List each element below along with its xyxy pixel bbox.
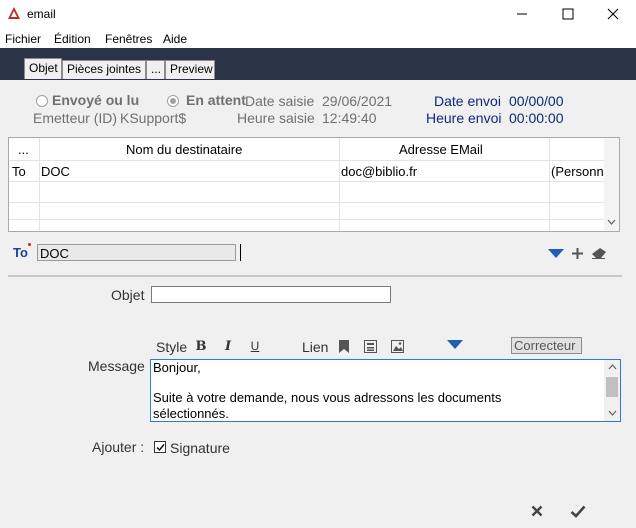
format-dropdown-icon[interactable] xyxy=(447,340,463,350)
message-line: Suite à votre demande, nous vous adresso… xyxy=(153,390,502,405)
style-label: Style xyxy=(156,339,188,355)
underline-button[interactable]: U xyxy=(246,337,264,355)
message-line: sélectionnés. xyxy=(153,406,229,421)
document-icon xyxy=(363,339,377,353)
row-type: To xyxy=(12,164,26,179)
italic-button[interactable]: I xyxy=(219,337,237,355)
image-link-button[interactable] xyxy=(389,338,405,354)
row-extra: (Personne) xyxy=(551,164,605,179)
section-divider xyxy=(8,275,622,277)
menu-edition[interactable]: Édition xyxy=(54,32,91,46)
status-waiting-radio[interactable] xyxy=(167,95,179,107)
close-icon xyxy=(607,8,619,20)
document-link-button[interactable] xyxy=(362,338,378,354)
sender-value: KSupport$ xyxy=(120,110,187,126)
entry-time-value: 12:49:40 xyxy=(322,110,377,126)
column-header-name[interactable]: Nom du destinataire xyxy=(126,142,242,157)
corrector-label: Correcteur xyxy=(514,338,576,353)
menu-bar: Fichier Édition Fenêtres Aide xyxy=(0,28,636,48)
message-label: Message xyxy=(88,358,145,374)
add-label: Ajouter : xyxy=(92,439,145,455)
add-recipient-button[interactable] xyxy=(569,245,585,261)
to-field[interactable]: DOC xyxy=(37,244,236,261)
to-label: To xyxy=(13,245,28,260)
dropdown-arrow-icon[interactable] xyxy=(548,249,564,259)
status-sent-label: Envoyé ou lu xyxy=(52,92,140,108)
app-icon xyxy=(8,7,20,19)
sender-label: Emetteur (ID) xyxy=(33,110,118,126)
checkmark-icon xyxy=(570,505,586,518)
entry-date-value: 29/06/2021 xyxy=(322,93,393,109)
menu-aide[interactable]: Aide xyxy=(163,32,187,46)
minimize-button[interactable] xyxy=(499,0,545,28)
signature-label: Signature xyxy=(170,440,230,456)
eraser-icon xyxy=(592,248,606,259)
tab-objet[interactable]: Objet xyxy=(24,58,62,79)
plus-icon xyxy=(571,247,583,259)
tab-preview[interactable]: Preview xyxy=(165,60,215,79)
message-line: Bonjour, xyxy=(153,360,201,375)
maximize-button[interactable] xyxy=(545,0,591,28)
scroll-up-icon[interactable] xyxy=(608,364,617,370)
scroll-down-icon[interactable] xyxy=(608,410,617,416)
row-name: DOC xyxy=(41,164,70,179)
entry-date-label: Date saisie xyxy=(245,93,315,109)
window-title: email xyxy=(27,7,56,21)
table-scrollbar[interactable] xyxy=(604,138,619,231)
maximize-icon xyxy=(562,8,574,20)
link-label: Lien xyxy=(302,339,329,355)
corrector-button[interactable]: Correcteur xyxy=(511,337,582,354)
column-header-type[interactable]: ... xyxy=(18,142,29,157)
bookmark-link-button[interactable] xyxy=(336,338,352,354)
image-icon xyxy=(390,339,404,353)
cancel-button[interactable] xyxy=(526,500,548,522)
send-date-label: Date envoi xyxy=(434,93,501,109)
subject-input[interactable] xyxy=(151,286,391,303)
subject-label: Objet xyxy=(111,287,145,303)
menu-fichier[interactable]: Fichier xyxy=(5,32,41,46)
entry-time-label: Heure saisie xyxy=(237,110,315,126)
status-waiting-label: En attente xyxy=(186,92,246,108)
scroll-down-icon[interactable] xyxy=(607,219,616,225)
bookmark-icon xyxy=(339,339,349,353)
tab-more[interactable]: ... xyxy=(146,60,165,79)
send-time-label: Heure envoi xyxy=(426,110,502,126)
status-sent-radio[interactable] xyxy=(36,95,48,107)
validate-button[interactable] xyxy=(566,500,590,522)
cross-icon xyxy=(531,505,543,517)
send-time-value: 00:00:00 xyxy=(509,110,564,126)
minimize-icon xyxy=(517,13,527,15)
message-scrollbar[interactable] xyxy=(604,360,620,421)
recipients-table[interactable]: ... Nom du destinataire Adresse EMail To… xyxy=(8,137,620,232)
close-window-button[interactable] xyxy=(590,0,636,28)
menu-fenetres[interactable]: Fenêtres xyxy=(105,32,152,46)
scroll-thumb[interactable] xyxy=(606,377,618,397)
text-cursor xyxy=(240,244,241,261)
message-textarea[interactable]: Bonjour, Suite à votre demande, nous vou… xyxy=(150,359,621,422)
tab-pieces-jointes[interactable]: Pièces jointes xyxy=(62,60,146,79)
column-header-email[interactable]: Adresse EMail xyxy=(399,142,483,157)
required-dot-icon xyxy=(28,243,31,246)
to-field-value: DOC xyxy=(40,246,69,261)
erase-recipient-button[interactable] xyxy=(590,245,608,261)
tab-strip: Objet Pièces jointes ... Preview xyxy=(0,48,636,80)
title-bar: email xyxy=(0,0,636,28)
checkmark-icon xyxy=(156,444,165,452)
send-date-value: 00/00/00 xyxy=(509,93,564,109)
row-email: doc@biblio.fr xyxy=(341,164,418,179)
signature-checkbox[interactable] xyxy=(154,441,166,453)
bold-button[interactable]: B xyxy=(192,337,210,355)
